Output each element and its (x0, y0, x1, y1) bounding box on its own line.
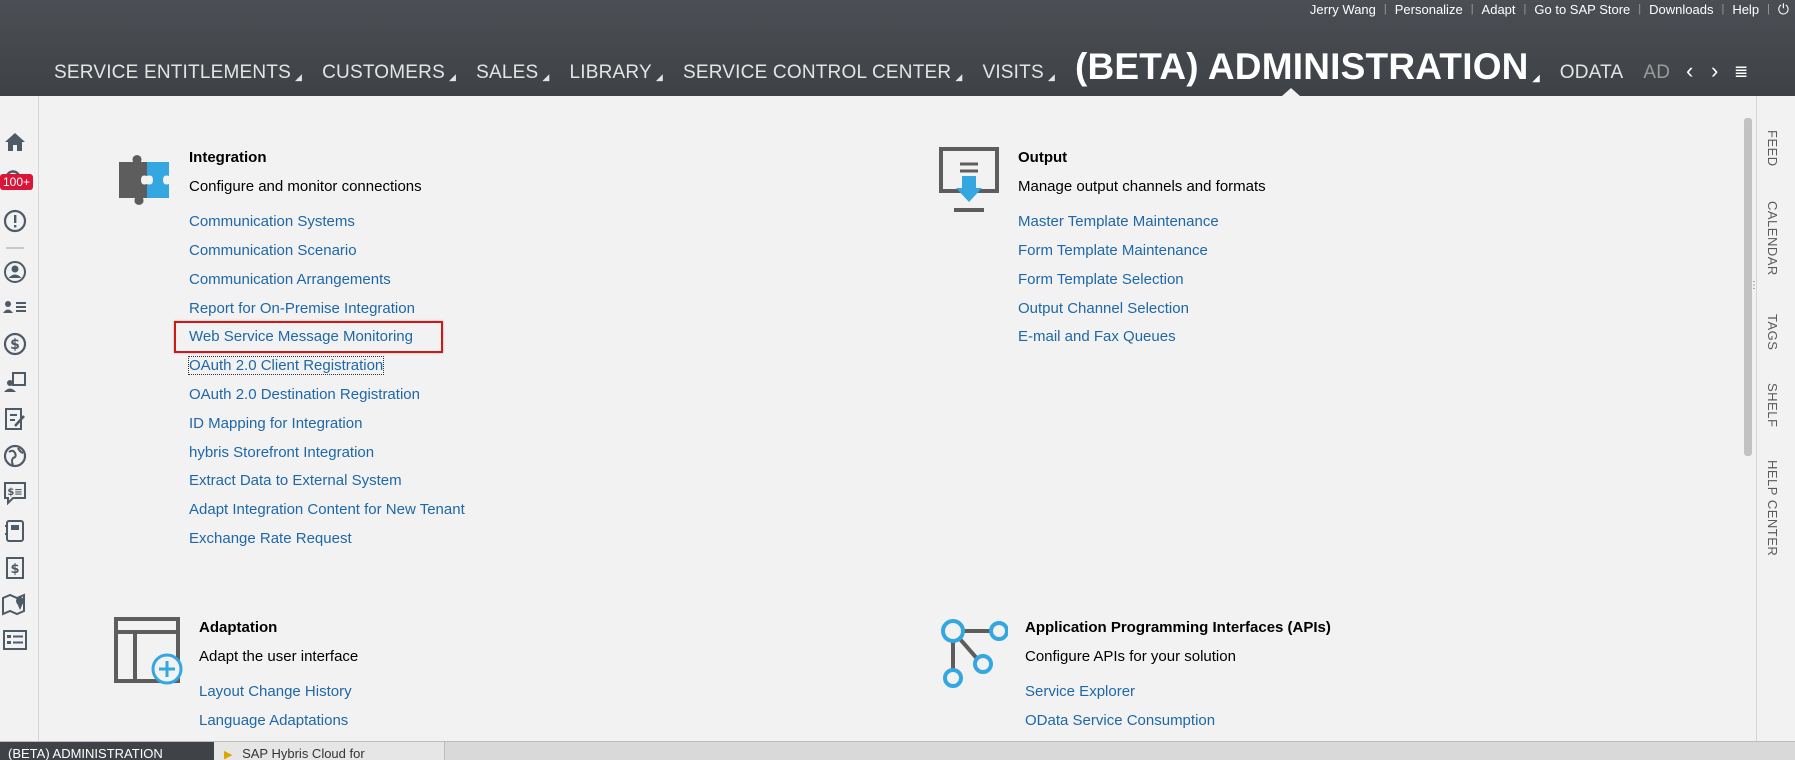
notification-badge: 100+ (0, 174, 34, 190)
link-odata-service-consumption[interactable]: OData Service Consumption (1025, 712, 1215, 729)
nav-service-entitlements[interactable]: SERVICE ENTITLEMENTS ◢ (54, 62, 302, 96)
rail-divider (6, 247, 24, 249)
api-nodes-icon (938, 616, 1009, 693)
tab-feed[interactable]: FEED (1765, 130, 1780, 167)
edit-icon[interactable] (0, 407, 30, 431)
contacts-list-icon[interactable] (0, 297, 30, 317)
monitor-download-icon (938, 146, 1002, 221)
tab-tags[interactable]: TAGS (1765, 314, 1780, 350)
link-output-channel-selection[interactable]: Output Channel Selection (1018, 300, 1189, 317)
top-header: Jerry Wang | Personalize | Adapt | Go to SA… (0, 0, 1795, 96)
link-language-adaptations[interactable]: Language Adaptations (199, 712, 348, 729)
nav-odata[interactable]: ODATA (1560, 62, 1624, 96)
power-icon[interactable]: ⏻ (1770, 1, 1789, 18)
nav-library[interactable]: LIBRARY ◢ (569, 62, 663, 96)
link-email-fax-queues[interactable]: E-mail and Fax Queues (1018, 328, 1176, 345)
nav-sales[interactable]: SALES ◢ (476, 62, 549, 96)
link-report-on-premise-integration[interactable]: Report for On-Premise Integration (189, 300, 415, 317)
puzzle-icon (115, 150, 173, 211)
task-beta-administration[interactable]: (BETA) ADMINISTRATION (0, 742, 218, 760)
svg-text:$≡: $≡ (7, 487, 22, 498)
link-service-explorer[interactable]: Service Explorer (1025, 683, 1135, 700)
share-icon[interactable] (0, 371, 30, 393)
task-sap-hybris-cloud[interactable]: ▶ SAP Hybris Cloud for (214, 742, 445, 760)
map-icon[interactable] (0, 592, 30, 616)
utility-bar: Jerry Wang | Personalize | Adapt | Go to SA… (1302, 0, 1789, 18)
person-icon[interactable] (0, 260, 30, 284)
task-arrow-icon: ▶ (224, 749, 233, 760)
nav-service-control-center[interactable]: SERVICE CONTROL CENTER ◢ (683, 62, 962, 96)
right-rail: FEED CALENDAR ⋮ TAGS SHELF HELP CENTER (1749, 96, 1795, 741)
integration-subtitle: Configure and monitor connections (189, 178, 422, 195)
nav-beta-administration[interactable]: (BETA) ADMINISTRATION ◢ (1075, 46, 1540, 96)
document-icon[interactable] (0, 519, 30, 543)
nav-ad-truncated[interactable]: AD (1643, 62, 1670, 96)
dollar-icon[interactable]: $ (0, 332, 30, 356)
link-exchange-rate-request[interactable]: Exchange Rate Request (189, 530, 352, 547)
nav-prev-icon[interactable]: ‹ (1686, 58, 1693, 84)
tab-shelf[interactable]: SHELF (1765, 383, 1780, 427)
nav-menu-icon[interactable]: ≣ (1734, 62, 1748, 82)
sap-store-link[interactable]: Go to SAP Store (1526, 2, 1638, 17)
alert-icon[interactable] (0, 209, 30, 233)
invoice-icon[interactable]: $ (0, 556, 30, 580)
adapt-link[interactable]: Adapt (1474, 2, 1524, 17)
link-communication-scenario[interactable]: Communication Scenario (189, 242, 357, 259)
bottom-taskbar: (BETA) ADMINISTRATION ▶ SAP Hybris Cloud… (0, 741, 1795, 760)
link-oauth-client-registration[interactable]: OAuth 2.0 Client Registration (187, 356, 385, 375)
user-name-link[interactable]: Jerry Wang (1302, 2, 1384, 17)
main-nav: SERVICE ENTITLEMENTS ◢ CUSTOMERS ◢ SALES ◢ … (54, 46, 1690, 96)
link-adapt-integration-content[interactable]: Adapt Integration Content for New Tenant (189, 501, 465, 518)
adaptation-subtitle: Adapt the user interface (199, 648, 359, 665)
tab-calendar[interactable]: CALENDAR (1765, 201, 1780, 276)
link-communication-systems[interactable]: Communication Systems (189, 213, 355, 230)
svg-text:$: $ (10, 562, 19, 577)
svg-text:$: $ (10, 337, 20, 353)
left-rail: 100+ $ $≡ $ (0, 96, 39, 741)
home-icon[interactable] (0, 132, 30, 152)
link-master-template-maintenance[interactable]: Master Template Maintenance (1018, 213, 1219, 230)
quote-icon[interactable]: $≡ (0, 481, 30, 505)
adaptation-title: Adaptation (199, 619, 278, 636)
link-web-service-message-monitoring[interactable]: Web Service Message Monitoring (189, 328, 413, 345)
personalize-link[interactable]: Personalize (1387, 2, 1471, 17)
nav-visits[interactable]: VISITS ◢ (982, 62, 1055, 96)
link-form-template-maintenance[interactable]: Form Template Maintenance (1018, 242, 1208, 259)
panel-resize-grip[interactable]: ⋮ (1749, 280, 1759, 291)
integration-title: Integration (189, 149, 267, 166)
nav-next-icon[interactable]: › (1711, 58, 1718, 84)
help-link[interactable]: Help (1724, 2, 1767, 17)
active-tab-pointer (1282, 88, 1300, 96)
apis-subtitle: Configure APIs for your solution (1025, 648, 1236, 665)
output-subtitle: Manage output channels and formats (1018, 178, 1266, 195)
globe-icon[interactable] (0, 444, 30, 468)
link-hybris-storefront[interactable]: hybris Storefront Integration (189, 444, 374, 461)
link-communication-arrangements[interactable]: Communication Arrangements (189, 271, 391, 288)
link-oauth-destination-registration[interactable]: OAuth 2.0 Destination Registration (189, 386, 420, 403)
layout-add-icon (113, 616, 185, 693)
link-extract-data[interactable]: Extract Data to External System (189, 472, 402, 489)
apis-title: Application Programming Interfaces (APIs… (1025, 619, 1331, 636)
link-id-mapping[interactable]: ID Mapping for Integration (189, 415, 362, 432)
output-title: Output (1018, 149, 1068, 166)
link-layout-change-history[interactable]: Layout Change History (199, 683, 352, 700)
nav-customers[interactable]: CUSTOMERS ◢ (322, 62, 456, 96)
tab-help-center[interactable]: HELP CENTER (1765, 460, 1780, 556)
link-form-template-selection[interactable]: Form Template Selection (1018, 271, 1184, 288)
downloads-link[interactable]: Downloads (1641, 2, 1721, 17)
list-icon[interactable] (0, 629, 30, 651)
